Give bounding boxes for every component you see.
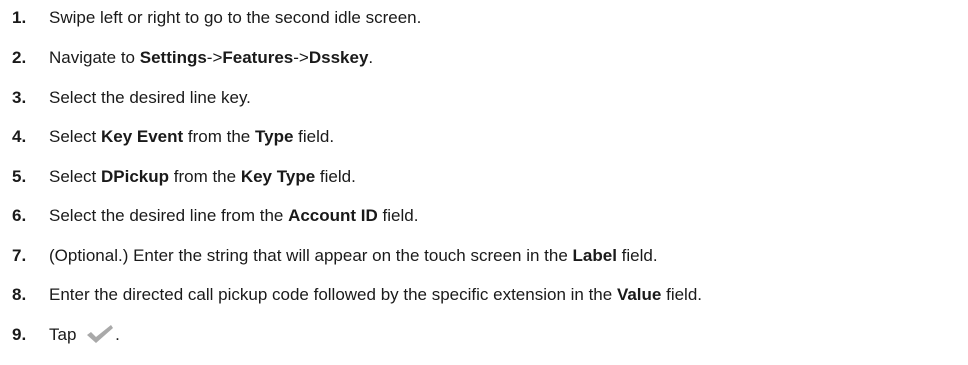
step-text: Swipe left or right to go to the second … xyxy=(49,4,421,32)
checkmark-icon xyxy=(85,323,115,345)
text-fragment: Navigate to xyxy=(49,48,140,67)
step-number: 3. xyxy=(12,88,27,107)
step-text: Select Key Event from the Type field. xyxy=(49,123,334,151)
text-fragment: Select the desired line from the xyxy=(49,206,289,225)
step-text: (Optional.) Enter the string that will a… xyxy=(49,242,658,270)
bold-term: Key Type xyxy=(240,167,316,186)
text-fragment: (Optional.) Enter the string that will a… xyxy=(49,246,573,265)
text-fragment: field. xyxy=(661,285,703,304)
step-text: Select the desired line key. xyxy=(49,84,251,112)
step-number: 5. xyxy=(12,167,27,186)
step-text: Select DPickup from the Key Type field. xyxy=(49,163,356,191)
step-number: 9. xyxy=(12,325,27,344)
text-fragment: Select xyxy=(49,167,101,186)
text-fragment: . xyxy=(115,325,120,344)
bold-term: Value xyxy=(616,285,662,304)
text-fragment: field. xyxy=(315,167,356,186)
bold-term: Dsskey xyxy=(308,48,369,67)
step-number: 2. xyxy=(12,48,27,67)
step-text: Navigate to Settings->Features->Dsskey. xyxy=(49,44,373,72)
text-fragment: -> xyxy=(206,48,223,67)
step-number: 8. xyxy=(12,285,27,304)
text-fragment: field. xyxy=(616,246,658,265)
step-text: Enter the directed call pickup code foll… xyxy=(49,281,702,309)
bold-term: Key Event xyxy=(100,127,184,146)
step-text: Tap . xyxy=(49,321,120,349)
text-fragment: Select xyxy=(49,127,101,146)
step-number: 4. xyxy=(12,127,27,146)
text-fragment: Swipe left or right to go to the second … xyxy=(49,8,422,27)
text-fragment: from the xyxy=(169,167,241,186)
step-number: 6. xyxy=(12,206,27,225)
text-fragment: Select the desired line key. xyxy=(49,88,251,107)
bold-term: DPickup xyxy=(100,167,170,186)
text-fragment: Enter the directed call pickup code foll… xyxy=(49,285,617,304)
text-fragment: field. xyxy=(377,206,419,225)
text-fragment: from the xyxy=(183,127,255,146)
step-number: 7. xyxy=(12,246,27,265)
bold-term: Label xyxy=(572,246,617,265)
text-fragment: -> xyxy=(293,48,309,67)
step-number: 1. xyxy=(12,8,27,27)
bold-term: Type xyxy=(255,127,294,146)
text-fragment: field. xyxy=(293,127,335,146)
step-text: Select the desired line from the Account… xyxy=(49,202,418,230)
text-fragment: . xyxy=(368,48,374,67)
bold-term: Settings xyxy=(139,48,207,67)
bold-term: Account ID xyxy=(288,206,378,225)
bold-term: Features xyxy=(222,48,294,67)
text-fragment: Tap xyxy=(49,325,82,344)
